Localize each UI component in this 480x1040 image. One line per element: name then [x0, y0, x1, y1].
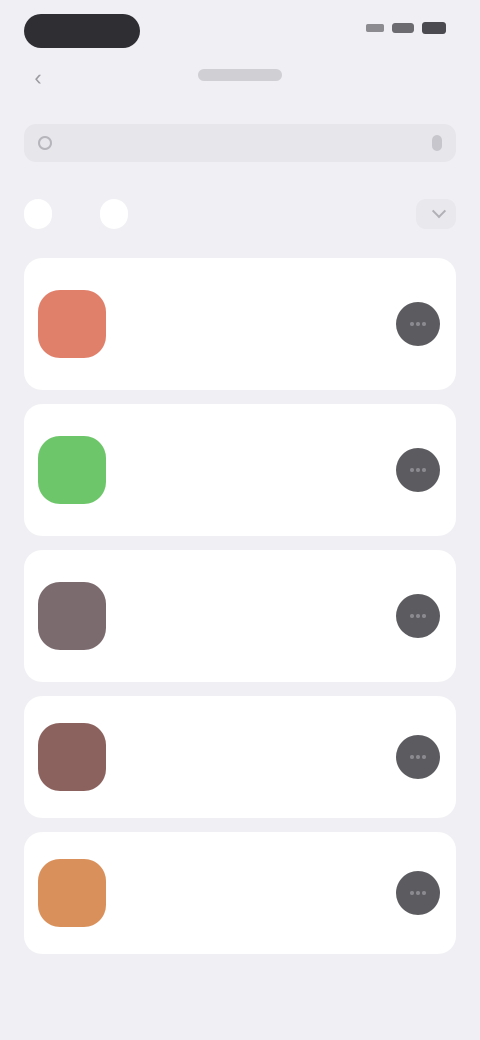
list-item[interactable]: [24, 404, 456, 536]
more-icon: [410, 755, 426, 759]
nav-bar: ‹: [24, 60, 456, 96]
status-time-pill: [24, 14, 140, 48]
list-item[interactable]: [24, 696, 456, 818]
wifi-icon: [392, 23, 414, 33]
search-icon: [38, 136, 52, 150]
filter-chip-1[interactable]: [24, 199, 52, 229]
app-screen: ‹: [0, 0, 480, 1040]
list-item[interactable]: [24, 550, 456, 682]
filter-chip-3[interactable]: [100, 199, 128, 229]
list-item[interactable]: [24, 832, 456, 954]
more-icon: [410, 468, 426, 472]
filter-chip-2[interactable]: [62, 199, 90, 229]
mic-icon[interactable]: [432, 135, 442, 151]
item-action-button[interactable]: [396, 448, 440, 492]
item-body: [120, 752, 396, 762]
item-thumbnail: [38, 723, 106, 791]
page-title: [198, 69, 282, 81]
item-action-button[interactable]: [396, 871, 440, 915]
search-bar[interactable]: [24, 124, 456, 162]
status-icons: [366, 22, 446, 34]
list-item[interactable]: [24, 258, 456, 390]
content-list: [24, 258, 456, 968]
search-input[interactable]: [62, 134, 432, 152]
item-body: [120, 465, 396, 475]
signal-icon: [366, 24, 384, 32]
page-title-container: [24, 68, 456, 85]
item-action-button[interactable]: [396, 594, 440, 638]
item-thumbnail: [38, 859, 106, 927]
item-body: [120, 611, 396, 621]
sort-button[interactable]: [416, 199, 456, 229]
item-body: [120, 319, 396, 329]
item-thumbnail: [38, 290, 106, 358]
status-bar: [24, 12, 456, 48]
item-action-button[interactable]: [396, 735, 440, 779]
chevron-down-icon: [431, 204, 447, 219]
item-thumbnail: [38, 582, 106, 650]
item-body: [120, 888, 396, 898]
more-icon: [410, 891, 426, 895]
more-icon: [410, 322, 426, 326]
battery-icon: [422, 22, 446, 34]
more-icon: [410, 614, 426, 618]
item-thumbnail: [38, 436, 106, 504]
filter-tabs: [24, 196, 456, 232]
item-action-button[interactable]: [396, 302, 440, 346]
